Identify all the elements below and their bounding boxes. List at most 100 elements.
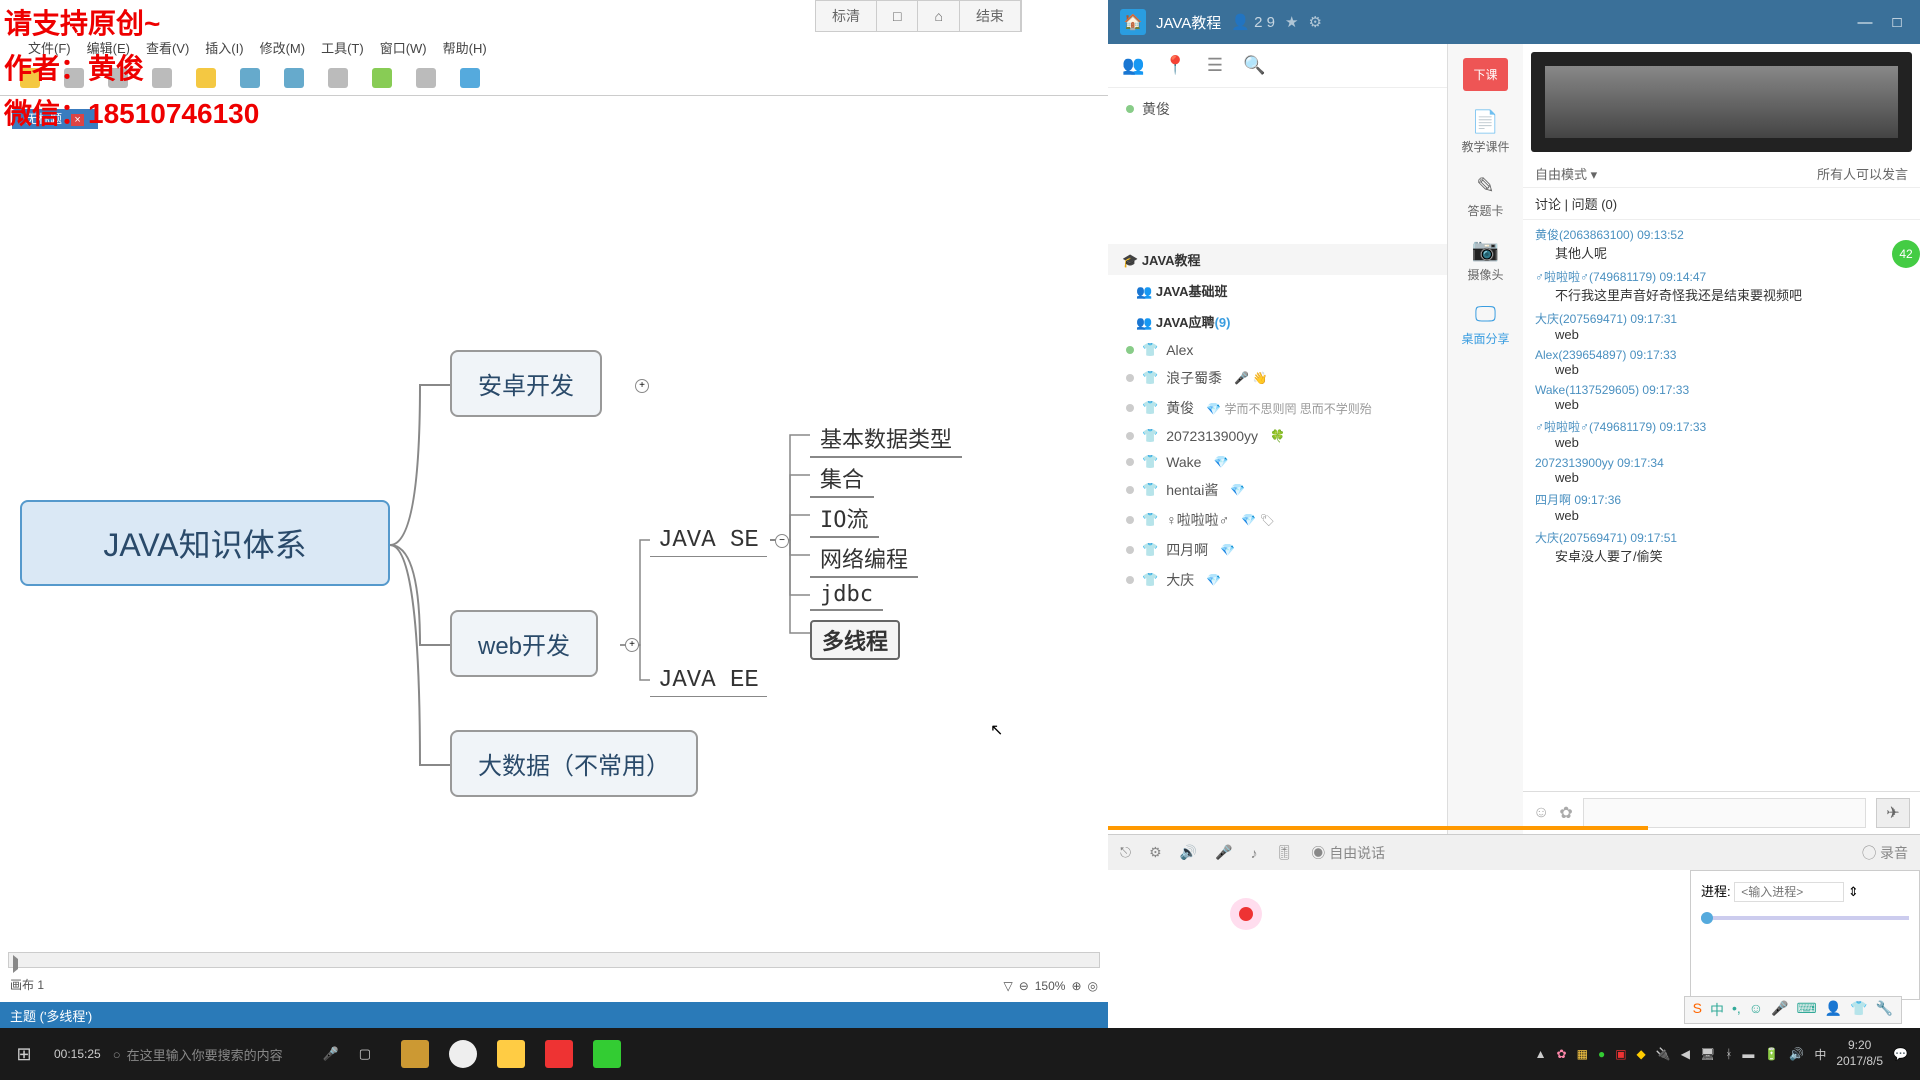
tray-icon[interactable]: 🖥 (1700, 1047, 1715, 1061)
leaf-datatypes[interactable]: 基本数据类型 (810, 420, 962, 458)
music-icon[interactable]: ♪ (1251, 845, 1258, 861)
member-row[interactable]: 👕hentai酱💎 (1108, 475, 1447, 505)
home-button[interactable]: ⌂ (918, 1, 959, 31)
member-row[interactable]: 👕Wake💎 (1108, 449, 1447, 475)
zoom-fit-icon[interactable]: ◎ (1088, 979, 1098, 993)
start-button[interactable]: ⊞ (0, 1044, 48, 1065)
record-indicator[interactable] (1230, 898, 1262, 930)
zoom-in-icon[interactable]: ⊕ (1071, 979, 1081, 993)
ime-logo-icon[interactable]: S (1693, 1000, 1702, 1020)
tray-icon[interactable]: ✿ (1557, 1047, 1567, 1061)
flower-icon[interactable]: ✿ (1559, 803, 1572, 823)
member-row[interactable]: 👕四月啊💎 (1108, 535, 1447, 565)
tray-icon[interactable]: ● (1598, 1047, 1605, 1061)
group-main[interactable]: 🎓 JAVA教程 (1108, 244, 1447, 275)
ime-wrench-icon[interactable]: 🔧 (1876, 1000, 1893, 1020)
chat-input[interactable] (1583, 798, 1866, 828)
exit-icon[interactable]: ⎋ (1120, 844, 1131, 861)
horizontal-scrollbar[interactable] (8, 952, 1100, 968)
expand-icon[interactable]: + (635, 379, 649, 393)
send-button[interactable]: ✈ (1876, 798, 1910, 828)
leaf-thread-selected[interactable]: 多线程 (810, 620, 900, 660)
member-row[interactable]: 👕大庆💎 (1108, 565, 1447, 595)
ime-punct-icon[interactable]: •, (1732, 1000, 1741, 1020)
expand-icon[interactable]: − (775, 534, 789, 548)
tray-icon[interactable]: ◀ (1681, 1047, 1690, 1061)
battery-icon[interactable]: 🔋 (1764, 1047, 1779, 1061)
answer-card-button[interactable]: ✎答题卡 (1467, 173, 1503, 219)
ime-toolbar[interactable]: S 中 •, ☺ 🎤 ⌨ 👤 👕 🔧 (1684, 996, 1902, 1024)
tray-icon[interactable]: ▦ (1577, 1047, 1588, 1061)
app-icon[interactable] (401, 1040, 429, 1068)
bluetooth-icon[interactable]: ᚼ (1725, 1047, 1732, 1061)
people-icon[interactable]: 👥 (1122, 55, 1144, 76)
menu-modify[interactable]: 修改(M) (252, 36, 314, 58)
taskbar-clock[interactable]: 9:20 2017/8/5 (1836, 1038, 1883, 1069)
list-icon[interactable]: ☰ (1207, 55, 1223, 76)
ime-indicator[interactable]: 中 (1814, 1046, 1826, 1063)
menu-tools[interactable]: 工具(T) (313, 36, 372, 58)
member-row[interactable]: 👕Alex (1108, 337, 1447, 363)
settings-icon[interactable]: ⚙ (1149, 844, 1162, 861)
mindmap-canvas[interactable]: JAVA知识体系 安卓开发 web开发 大数据（不常用） + + − JAVA … (0, 130, 1108, 950)
ime-keyboard-icon[interactable]: ⌨ (1796, 1000, 1816, 1020)
tray-icon[interactable]: ◆ (1637, 1047, 1646, 1061)
home-icon[interactable]: 🏠 (1120, 9, 1146, 35)
taskview-icon[interactable]: ▢ (359, 1046, 371, 1062)
chat-tabs[interactable]: 讨论 | 问题 (0) (1523, 188, 1920, 220)
volume-slider[interactable] (1701, 916, 1909, 920)
taskbar-search[interactable]: ○ 在这里输入你要搜索的内容 (113, 1045, 283, 1064)
end-class-button[interactable]: 下课 (1463, 58, 1507, 91)
notification-icon[interactable]: 💬 (1893, 1047, 1908, 1061)
member-row[interactable]: 👕黄俊💎 学而不思则罔 思而不学则殆 (1108, 393, 1447, 423)
star-icon[interactable]: ★ (1285, 13, 1298, 31)
leaf-collection[interactable]: 集合 (810, 460, 874, 498)
mid-javaee[interactable]: JAVA EE (650, 665, 767, 697)
camera-button[interactable]: 📷摄像头 (1467, 237, 1503, 283)
tune-icon[interactable]: 🎚 (1276, 844, 1294, 861)
network-icon[interactable]: ▬ (1742, 1047, 1754, 1061)
leaf-io[interactable]: IO流 (810, 500, 879, 538)
explorer-icon[interactable] (497, 1040, 525, 1068)
volume-icon[interactable]: 🔊 (1789, 1047, 1804, 1061)
member-list[interactable]: 黄俊 🎓 JAVA教程 👥 JAVA基础班 👥 JAVA应聘(9) 👕Alex👕… (1108, 88, 1447, 834)
share-screen-button[interactable]: 🖵桌面分享 (1461, 301, 1509, 347)
branch-web[interactable]: web开发 (450, 610, 598, 677)
tool-note-icon[interactable] (328, 68, 348, 88)
xmind-icon[interactable] (545, 1040, 573, 1068)
branch-bigdata[interactable]: 大数据（不常用） (450, 730, 698, 797)
member-row[interactable]: 👕2072313900yy🍀 (1108, 423, 1447, 449)
owner-row[interactable]: 黄俊 (1108, 94, 1447, 124)
app-icon[interactable] (449, 1040, 477, 1068)
maximize-icon[interactable]: □ (1886, 14, 1908, 31)
mid-javase[interactable]: JAVA SE (650, 525, 767, 557)
tray-icon[interactable]: ▲ (1535, 1047, 1547, 1061)
minimize-icon[interactable]: — (1854, 14, 1876, 31)
ime-mic-icon[interactable]: 🎤 (1771, 1000, 1788, 1020)
expand-icon[interactable]: + (625, 638, 639, 652)
freetalk-toggle[interactable]: ◉ 自由说话 (1311, 843, 1385, 863)
menu-window[interactable]: 窗口(W) (372, 36, 435, 58)
group-recruit[interactable]: 👥 JAVA应聘(9) (1108, 306, 1447, 337)
ime-person-icon[interactable]: 👤 (1825, 1000, 1842, 1020)
region-button[interactable]: □ (877, 1, 918, 31)
branch-android[interactable]: 安卓开发 (450, 350, 602, 417)
process-input[interactable] (1734, 882, 1844, 902)
search-icon[interactable]: 🔍 (1243, 55, 1265, 76)
video-thumbnail[interactable] (1531, 52, 1912, 152)
ime-lang[interactable]: 中 (1710, 1000, 1724, 1020)
member-row[interactable]: 👕浪子蜀黍🎤 👋 (1108, 363, 1447, 393)
zoom-out-icon[interactable]: ⊖ (1019, 979, 1029, 993)
tray-icon[interactable]: ▣ (1615, 1047, 1626, 1061)
unread-bubble[interactable]: 42 (1892, 240, 1920, 268)
menu-help[interactable]: 帮助(H) (435, 36, 495, 58)
ime-shirt-icon[interactable]: 👕 (1850, 1000, 1867, 1020)
chat-log[interactable]: 黄俊(2063863100) 09:13:52其他人呢♂啦啦啦♂(7496811… (1523, 220, 1920, 791)
record-toggle[interactable]: ◯ 录音 (1862, 843, 1908, 863)
speaker-icon[interactable]: 🔊 (1180, 844, 1197, 861)
mode-select[interactable]: 自由模式 ▾ (1535, 164, 1597, 183)
quality-button[interactable]: 标清 (816, 1, 877, 31)
member-row[interactable]: 👕♀啦啦啦♂💎 🏷 (1108, 505, 1447, 535)
courseware-button[interactable]: 📄教学课件 (1461, 109, 1509, 155)
gear-icon[interactable]: ⚙ (1308, 13, 1321, 31)
